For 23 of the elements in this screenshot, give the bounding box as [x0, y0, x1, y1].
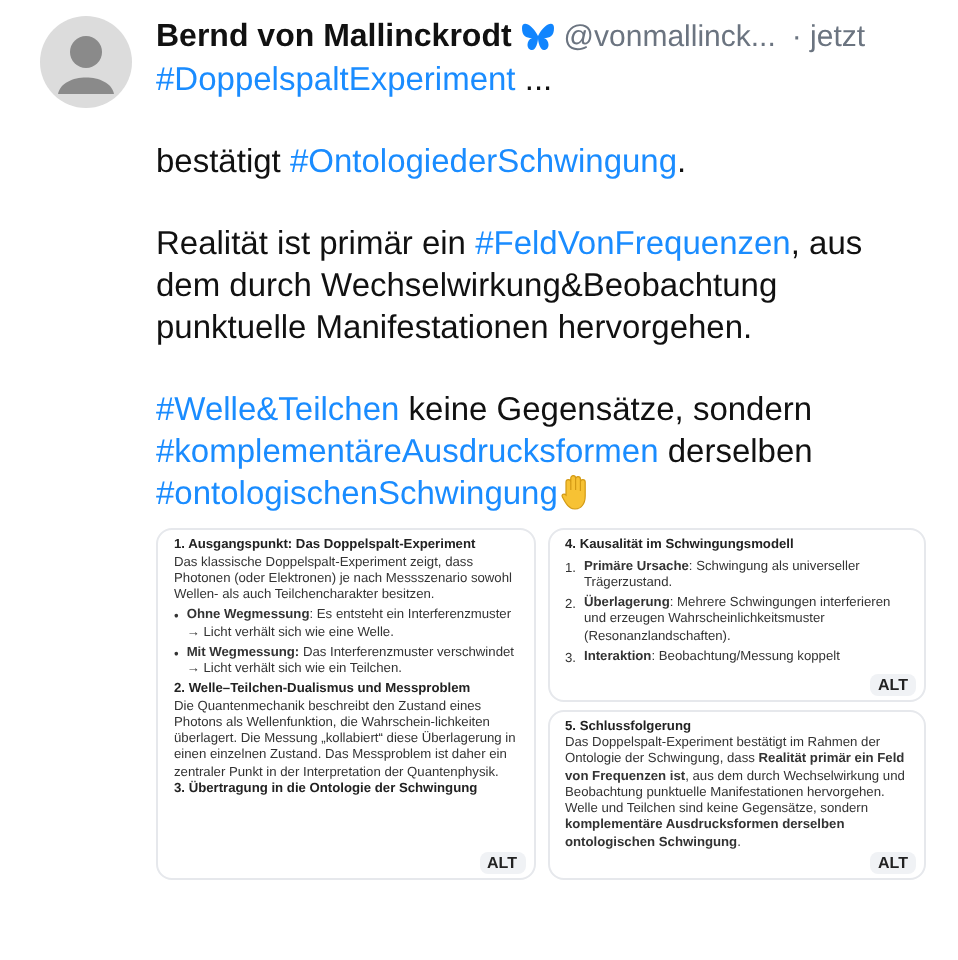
post-time: · jetzt — [791, 18, 866, 58]
butterfly-icon — [519, 22, 556, 54]
alt-badge[interactable]: ALT — [870, 673, 916, 696]
document-screenshot[interactable] — [156, 528, 535, 880]
hashtag-link[interactable]: #ontologischenSchwingung — [156, 476, 558, 512]
person-silhouette-icon — [56, 30, 116, 94]
avatar[interactable] — [40, 16, 132, 108]
raised-hand-icon — [559, 474, 592, 510]
document-screenshot[interactable] — [547, 528, 926, 702]
hashtag-link[interactable]: #komplementäreAusdrucksformen — [156, 434, 659, 470]
post-text: #Welle&Teilchen keine Gegensätze, sondern #komplementäreAusdrucksformen derselben #ontologischenSchwingung — [156, 390, 815, 516]
author-name[interactable]: Bernd von Mallinckrodt — [156, 16, 512, 60]
post-text: Realität ist primär ein #FeldVonFrequenzen, aus dem durch Wechselwirkung&Beobachtung punktuelle Manifestationen hervorgehen. — [156, 224, 865, 350]
hashtag-link[interactable]: #Welle&Teilchen — [156, 392, 400, 428]
post-text: bestätigt #OntologiederSchwingung. — [156, 142, 689, 184]
alt-badge[interactable]: ALT — [870, 851, 916, 874]
document-screenshot[interactable] — [547, 709, 926, 880]
hashtag-link[interactable]: #DoppelspaltExperiment — [156, 62, 516, 98]
hashtag-link[interactable]: #OntologiederSchwingung — [289, 144, 678, 180]
hashtag-link[interactable]: #FeldVonFrequenzen — [475, 226, 791, 262]
user-handle[interactable]: @vonmallinck... — [563, 16, 776, 60]
post-text: #DoppelspaltExperiment ... — [156, 60, 555, 102]
alt-badge[interactable]: ALT — [479, 851, 525, 874]
